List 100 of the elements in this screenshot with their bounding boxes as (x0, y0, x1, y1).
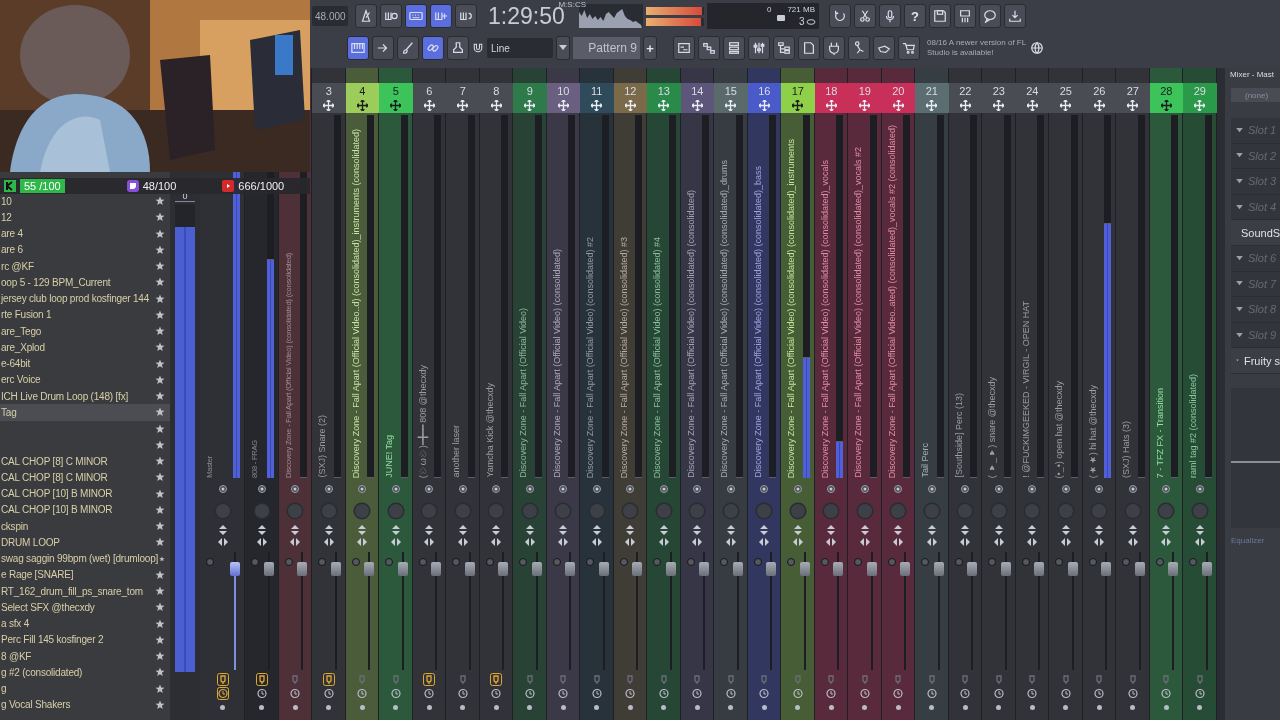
browser-item[interactable]: are 6 (0, 241, 170, 258)
insert-header[interactable]: 16 (747, 83, 781, 113)
insert-header[interactable]: 23 (982, 83, 1016, 113)
browser-item[interactable]: CAL CHOP [8] C MINOR (0, 469, 170, 486)
browser-item[interactable]: oop 5 - 129 BPM_Current (0, 274, 170, 291)
browser-item[interactable]: are_Tego (0, 323, 170, 340)
insert-number: 6 (426, 84, 433, 97)
browser-item[interactable]: g (0, 680, 170, 697)
insert-header[interactable]: 5 (379, 83, 413, 113)
add-pattern-button[interactable]: + (643, 36, 657, 60)
insert-header[interactable]: 15 (714, 83, 748, 113)
insert-number: 27 (1126, 84, 1139, 97)
browser-item[interactable]: erc Voice (0, 371, 170, 388)
insert-header[interactable]: 19 (848, 83, 882, 113)
track-name: Discovery Zone - Fall Apart (Official Video) (518, 308, 528, 478)
browser-item[interactable]: swag saggin 99bpm (wet) [drumloop] (0, 550, 170, 567)
insert-header[interactable]: 6 (412, 83, 446, 113)
track-name: JUNE! Tag (384, 435, 394, 478)
track-name: Discovery Zone - Fall Apart (Official Video) (consolidated) (551, 249, 562, 478)
browser-item[interactable]: CAL CHOP [10] B MINOR (0, 485, 170, 502)
tempo-field[interactable]: 48.000 (312, 6, 348, 26)
viewer-count: 55 /100 (20, 179, 65, 193)
effect-slot[interactable]: SoundS (1231, 220, 1280, 246)
insert-number: 7 (459, 84, 466, 97)
insert-header[interactable]: 14 (680, 83, 714, 113)
insert-number: 11 (591, 84, 603, 97)
insert-header[interactable]: 25 (1049, 83, 1083, 113)
browser-item[interactable]: g #2 (consolidated) (0, 664, 170, 681)
browser-item[interactable]: 10 (0, 193, 170, 210)
eq-label: Equalizer (1231, 535, 1266, 545)
browser-item[interactable]: jersey club loop prod kosfinger 144 (0, 290, 170, 307)
insert-header[interactable]: 3 (312, 83, 346, 113)
browser-item[interactable]: CAL CHOP [10] B MINOR (0, 501, 170, 518)
insert-header[interactable]: 28 (1149, 83, 1183, 113)
browser-item[interactable]: are_Xplod (0, 339, 170, 356)
insert-header[interactable]: 4 (345, 83, 379, 113)
insert-number: 4 (359, 84, 366, 97)
polyphony-reading: 3 (799, 16, 805, 27)
browser-item[interactable]: CAL CHOP [8] C MINOR (0, 453, 170, 470)
update-notice[interactable]: 08/16 A newer version of FL Studio is available! (927, 38, 1027, 58)
browser-item[interactable]: rc @KF (0, 258, 170, 275)
browser-item[interactable]: ckspin (0, 518, 170, 535)
track-name: Discovery Zone - Fall Apart (Official Video) (consolidated) (consolidated) (685, 190, 696, 478)
insert-header[interactable]: 17 (781, 83, 815, 113)
insert-number: 22 (959, 84, 972, 97)
insert-header[interactable]: 26 (1082, 83, 1116, 113)
browser-item[interactable]: 12 (0, 209, 170, 226)
insert-header[interactable]: 7 (446, 83, 480, 113)
browser-item[interactable]: RT_162_drum_fill_ps_snare_tom (0, 583, 170, 600)
insert-header[interactable]: 9 (513, 83, 547, 113)
track-name: another laser (451, 425, 461, 478)
insert-number: 3 (325, 84, 332, 97)
insert-header[interactable]: 22 (948, 83, 982, 113)
insert-number: 14 (691, 84, 704, 97)
insert-header[interactable]: 20 (881, 83, 915, 113)
pattern-field[interactable]: Pattern 9 (573, 37, 640, 59)
insert-number: 24 (1026, 84, 1039, 97)
browser-item[interactable]: a sfx 4 (0, 615, 170, 632)
browser-item[interactable]: Perc Fill 145 kosfinger 2 (0, 631, 170, 648)
browser-item[interactable]: g Vocal Shakers (0, 696, 170, 713)
track-name: ( ♥_♥) snare @thecxdy (987, 376, 997, 478)
insert-number: 18 (825, 84, 838, 97)
browser-item[interactable]: Select SFX @thecxdy (0, 599, 170, 616)
snap-dropdown[interactable]: Line (487, 38, 553, 58)
memory-reading: 721 MB (787, 5, 815, 14)
track-name: Discovery Zone - Fall Apart (Official Video) (consolidated) (consolidated)_vocals (819, 159, 830, 478)
insert-header[interactable]: 8 (479, 83, 513, 113)
insert-header[interactable]: 18 (814, 83, 848, 113)
browser-item[interactable]: Tag (0, 404, 170, 421)
insert-header[interactable]: 21 (915, 83, 949, 113)
viewer-count: 666/1000 (238, 180, 285, 192)
insert-header[interactable]: 24 (1015, 83, 1049, 113)
browser-item[interactable]: ICH Live Drum Loop (148) [fx] (0, 388, 170, 405)
browser-item[interactable]: 8 @KF (0, 648, 170, 665)
insert-header[interactable]: 12 (613, 83, 647, 113)
track-name: (•_•) open hat @thecxdy (1054, 380, 1064, 478)
track-name: Discovery Zone - Fall Apart (Official Video) (consolidated) (consolidated)_vocals #2 (853, 147, 863, 478)
browser-item[interactable]: are 4 (0, 225, 170, 242)
track-name: Discovery Zone - Fall Apart (Official Video) (consolidated) #2 (585, 236, 595, 478)
track-name: Discovery Zone - Fall Apart (Official Video..ated) (consolidated)_vocals #2 (consolidated) (886, 124, 897, 478)
track-name: Discovery Zone - Fall Apart (Official Video) (consolidated) (consolidated)_drums (719, 160, 729, 478)
effect-slot[interactable]: Fruity s (1231, 348, 1280, 374)
browser-item[interactable]: e-64bit (0, 355, 170, 372)
insert-number: 16 (758, 84, 771, 97)
track-name: [Southside] Perc (13) (953, 393, 964, 478)
insert-header[interactable]: 27 (1116, 83, 1150, 113)
browser-item[interactable]: rte Fusion 1 (0, 306, 170, 323)
track-name: raml tag #2 (consolidated) (1188, 373, 1198, 478)
insert-number: 25 (1059, 84, 1072, 97)
browser-item[interactable]: DRUM LOOP (0, 534, 170, 551)
insert-header[interactable]: 10 (546, 83, 580, 113)
track-name: (SXJ) Snare (2) (317, 415, 327, 478)
insert-number: 12 (624, 84, 637, 97)
help-button[interactable]: ? (904, 4, 926, 28)
browser-item[interactable]: e Rage [SNARE] (0, 566, 170, 583)
insert-header[interactable]: 11 (580, 83, 614, 113)
cpu-reading: 0 (767, 5, 772, 14)
track-name: (SXJ) Hats (3) (1121, 421, 1131, 478)
insert-number: 17 (791, 84, 804, 97)
track-name: ! @FUCKIMGEEKED - VIRGIL - OPEN HAT (1020, 301, 1031, 478)
